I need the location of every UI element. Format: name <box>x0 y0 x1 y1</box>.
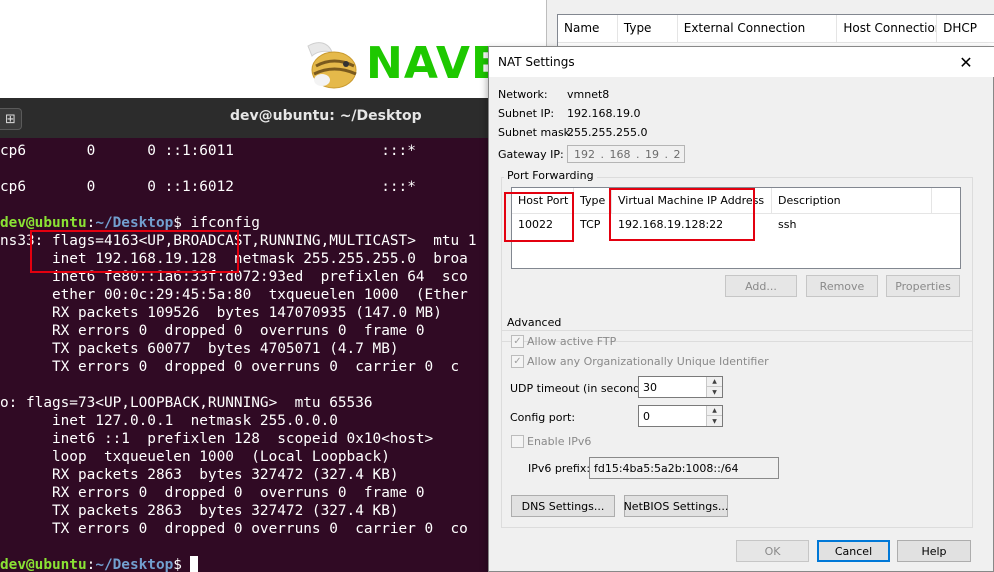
terminal-titlebar[interactable]: ⊞ dev@ubuntu: ~/Desktop <box>0 98 520 138</box>
terminal-line: RX errors 0 dropped 0 overruns 0 frame 0 <box>0 323 425 339</box>
enable-ipv6-checkbox[interactable] <box>511 435 524 448</box>
terminal-line: RX errors 0 dropped 0 overruns 0 frame 0 <box>0 485 425 501</box>
ipv6-prefix-field[interactable]: fd15:4ba5:5a2b:1008::/64 <box>589 457 779 479</box>
terminal-line: loop txqueuelen 1000 (Local Loopback) <box>0 449 390 465</box>
add-button[interactable]: Add... <box>725 275 797 297</box>
terminal-cursor <box>189 556 198 572</box>
config-port-spin-buttons[interactable]: ▲ ▼ <box>706 406 722 426</box>
mascot-icon <box>302 36 364 92</box>
dns-settings-button[interactable]: DNS Settings... <box>511 495 615 517</box>
terminal-line: inet6 ::1 prefixlen 128 scopeid 0x10<hos… <box>0 431 434 447</box>
ipv6-prefix-label: IPv6 prefix: <box>528 462 591 475</box>
terminal-line: TX errors 0 dropped 0 overruns 0 carrier… <box>0 359 460 375</box>
cell-type: TCP <box>580 218 601 231</box>
network-list-header: Name Type External Connection Host Conne… <box>558 15 994 43</box>
config-port-label: Config port: <box>510 411 576 424</box>
spin-up-icon[interactable]: ▲ <box>707 406 722 416</box>
port-forwarding-title: Port Forwarding <box>504 169 597 182</box>
highlight-box-inet <box>30 230 239 273</box>
cell-description: ssh <box>778 218 797 231</box>
gateway-ip-field[interactable]: 192 . 168 . 19 . 2 <box>567 145 685 163</box>
allow-oui-label: Allow any Organizationally Unique Identi… <box>527 355 769 368</box>
terminal-line: cp6 0 0 ::1:6011 :::* <box>0 143 416 159</box>
column-type[interactable]: Type <box>618 15 678 42</box>
column-host-connection[interactable]: Host Connection <box>837 15 938 42</box>
prompt-colon: : <box>86 215 96 231</box>
terminal-line: RX packets 2863 bytes 327472 (327.4 KB) <box>0 467 399 483</box>
network-value: vmnet8 <box>567 88 610 101</box>
dialog-titlebar[interactable]: NAT Settings ✕ <box>489 47 994 77</box>
prompt-path: ~/Desktop <box>95 215 174 231</box>
dialog-title: NAT Settings <box>498 55 575 69</box>
spin-down-icon[interactable]: ▼ <box>707 387 722 397</box>
udp-timeout-spin-buttons[interactable]: ▲ ▼ <box>706 377 722 397</box>
command-text: ifconfig <box>181 215 260 231</box>
close-icon[interactable]: ✕ <box>955 51 977 73</box>
help-button[interactable]: Help <box>897 540 971 562</box>
column-type[interactable]: Type <box>574 188 612 214</box>
nat-settings-dialog[interactable]: NAT Settings ✕ Network: vmnet8 Subnet IP… <box>488 46 994 572</box>
network-label: Network: <box>498 88 548 101</box>
udp-timeout-stepper[interactable]: 30 ▲ ▼ <box>638 376 723 398</box>
prompt-symbol: $ <box>173 557 182 572</box>
column-description[interactable]: Description <box>772 188 932 214</box>
spin-down-icon[interactable]: ▼ <box>707 416 722 426</box>
naver-logo[interactable]: NAVE <box>302 36 502 92</box>
advanced-title: Advanced <box>504 316 565 329</box>
allow-ftp-checkbox[interactable]: ✓ <box>511 335 524 348</box>
terminal-line: inet 127.0.0.1 netmask 255.0.0.0 <box>0 413 338 429</box>
column-external-connection[interactable]: External Connection <box>678 15 838 42</box>
prompt-path: ~/Desktop <box>95 557 174 572</box>
remove-button[interactable]: Remove <box>806 275 878 297</box>
config-port-stepper[interactable]: 0 ▲ ▼ <box>638 405 723 427</box>
ok-button[interactable]: OK <box>736 540 809 562</box>
cancel-button[interactable]: Cancel <box>817 540 890 562</box>
prompt-user: dev@ubuntu <box>0 557 87 572</box>
terminal-line: RX packets 109526 bytes 147070935 (147.0… <box>0 305 442 321</box>
terminal-window[interactable]: ⊞ dev@ubuntu: ~/Desktop cp6 0 0 ::1:6011… <box>0 98 520 572</box>
config-port-value: 0 <box>643 410 650 423</box>
column-filler <box>932 188 960 214</box>
terminal-line: o: flags=73<UP,LOOPBACK,RUNNING> mtu 655… <box>0 395 373 411</box>
terminal-line: TX packets 60077 bytes 4705071 (4.7 MB) <box>0 341 399 357</box>
netbios-settings-button[interactable]: NetBIOS Settings... <box>624 495 728 517</box>
udp-timeout-label: UDP timeout (in seconds): <box>510 382 654 395</box>
terminal-title: dev@ubuntu: ~/Desktop <box>230 108 422 124</box>
prompt-colon: : <box>86 557 96 572</box>
gateway-label: Gateway IP: <box>498 148 564 161</box>
terminal-line: TX packets 2863 bytes 327472 (327.4 KB) <box>0 503 399 519</box>
subnet-ip-value: 192.168.19.0 <box>567 107 641 120</box>
prompt-symbol: $ <box>173 215 182 231</box>
terminal-line: cp6 0 0 ::1:6012 :::* <box>0 179 416 195</box>
terminal-line: TX errors 0 dropped 0 overruns 0 carrier… <box>0 521 468 537</box>
terminal-line: ether 00:0c:29:45:5a:80 txqueuelen 1000 … <box>0 287 468 303</box>
prompt-user: dev@ubuntu <box>0 215 87 231</box>
spin-up-icon[interactable]: ▲ <box>707 377 722 387</box>
properties-button[interactable]: Properties <box>886 275 960 297</box>
subnet-ip-label: Subnet IP: <box>498 107 555 120</box>
allow-oui-checkbox[interactable]: ✓ <box>511 355 524 368</box>
logo-text: NAVE <box>366 38 502 89</box>
highlight-box-vm-ip <box>609 188 755 241</box>
enable-ipv6-label: Enable IPv6 <box>527 435 592 448</box>
highlight-box-host-port <box>504 192 574 242</box>
subnet-mask-value: 255.255.255.0 <box>567 126 648 139</box>
column-dhcp[interactable]: DHCP <box>937 15 994 42</box>
udp-timeout-value: 30 <box>643 381 657 394</box>
terminal-prompt-line: dev@ubuntu:~/Desktop$ <box>0 556 198 572</box>
subnet-mask-label: Subnet mask: <box>498 126 574 139</box>
new-tab-icon[interactable]: ⊞ <box>0 108 22 130</box>
allow-ftp-label: Allow active FTP <box>527 335 617 348</box>
column-name[interactable]: Name <box>558 15 618 42</box>
terminal-output[interactable]: cp6 0 0 ::1:6011 :::* cp6 0 0 ::1:6012 :… <box>0 138 520 572</box>
